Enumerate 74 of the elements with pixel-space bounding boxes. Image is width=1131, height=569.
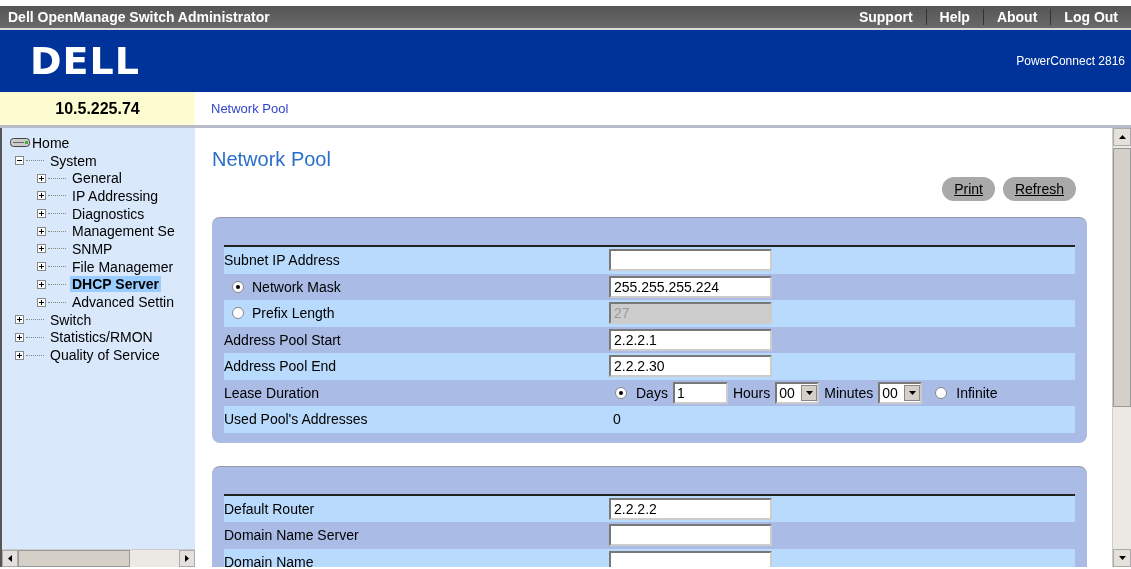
days-label: Days xyxy=(636,384,668,401)
expand-icon[interactable] xyxy=(37,244,46,254)
up-arrow-icon xyxy=(1118,135,1126,139)
left-arrow-icon xyxy=(8,555,12,562)
field-label: Used Pool's Addresses xyxy=(224,411,369,428)
right-arrow-icon xyxy=(185,555,189,562)
logo: DELL xyxy=(30,39,140,83)
field-label: Lease Duration xyxy=(224,384,320,401)
tree-item[interactable]: Switch xyxy=(48,311,94,328)
input-field[interactable] xyxy=(609,249,772,272)
expand-icon[interactable] xyxy=(37,279,46,289)
field-label: Address Pool Start xyxy=(224,331,342,348)
infinite-label: Infinite xyxy=(956,384,998,401)
field-label: Prefix Length xyxy=(252,305,335,322)
input-field[interactable]: 2.2.2.1 xyxy=(609,328,772,351)
header-link[interactable]: About xyxy=(982,9,1051,25)
expand-icon[interactable] xyxy=(15,315,24,325)
minutes-label: Minutes xyxy=(824,384,874,401)
collapse-icon[interactable] xyxy=(15,156,24,166)
tree-item[interactable]: Quality of Service xyxy=(48,347,162,364)
horizontal-scrollbar[interactable] xyxy=(2,549,195,567)
days-field[interactable]: 1 xyxy=(672,381,728,404)
expand-icon[interactable] xyxy=(37,297,46,307)
expand-icon[interactable] xyxy=(37,226,46,236)
input-field[interactable] xyxy=(609,524,772,547)
model-name: PowerConnect 2816 xyxy=(1016,54,1125,68)
field-label: Domain Name xyxy=(224,553,315,567)
expand-icon[interactable] xyxy=(15,332,24,342)
breadcrumb: Network Pool xyxy=(210,100,289,118)
action-button[interactable]: Refresh xyxy=(1002,177,1076,201)
input-field[interactable]: 2.2.2.2 xyxy=(609,497,772,520)
vertical-scrollbar[interactable] xyxy=(1112,128,1131,567)
header-link[interactable]: Help xyxy=(925,9,983,25)
tree-item[interactable]: DHCP Server xyxy=(70,276,161,293)
caret-icon xyxy=(805,390,813,395)
field-label: Domain Name Server xyxy=(224,527,360,544)
expand-icon[interactable] xyxy=(37,262,46,272)
hours-label: Hours xyxy=(732,384,771,401)
tree-item[interactable]: SNMP xyxy=(70,240,115,257)
device-ip: 10.5.225.74 xyxy=(0,92,195,125)
tree-item[interactable]: Advanced Settin xyxy=(70,294,176,311)
input-field[interactable]: 255.255.255.224 xyxy=(609,275,772,298)
field-label: Default Router xyxy=(224,500,316,517)
input-field[interactable] xyxy=(609,550,772,567)
tree-item[interactable]: Management Se xyxy=(70,223,177,240)
radio-button[interactable] xyxy=(232,280,244,293)
radio-button[interactable] xyxy=(615,386,627,399)
expand-icon[interactable] xyxy=(37,173,46,183)
tree-item[interactable]: Home xyxy=(30,134,72,151)
tree-item[interactable]: General xyxy=(70,170,124,187)
header-link[interactable]: Support xyxy=(845,9,926,25)
tree-item[interactable]: IP Addressing xyxy=(70,187,161,204)
field-label: Network Mask xyxy=(252,278,341,295)
tree-item[interactable]: Statistics/RMON xyxy=(48,329,155,346)
field-label: Address Pool End xyxy=(224,358,338,375)
expand-icon[interactable] xyxy=(37,209,46,219)
field-label: Subnet IP Address xyxy=(224,252,341,269)
action-button[interactable]: Print xyxy=(942,177,995,201)
hours-dropdown[interactable]: 00 xyxy=(775,381,820,404)
caret-icon xyxy=(908,390,916,395)
expand-icon[interactable] xyxy=(15,350,24,360)
tree-item[interactable]: File Managemer xyxy=(70,258,176,275)
header-link[interactable]: Log Out xyxy=(1050,9,1131,25)
expand-icon[interactable] xyxy=(37,191,46,201)
down-arrow-icon xyxy=(1118,556,1126,560)
minutes-dropdown[interactable]: 00 xyxy=(878,381,923,404)
field-value: 0 xyxy=(612,411,621,428)
input-field[interactable]: 2.2.2.30 xyxy=(609,355,772,378)
page-title: Network Pool xyxy=(212,148,332,171)
tree-item[interactable]: System xyxy=(48,152,99,169)
tree-item[interactable]: Diagnostics xyxy=(70,205,147,222)
radio-button[interactable] xyxy=(935,386,948,399)
app-title: Dell OpenManage Switch Administrator xyxy=(8,9,271,25)
switch-icon xyxy=(10,137,30,149)
